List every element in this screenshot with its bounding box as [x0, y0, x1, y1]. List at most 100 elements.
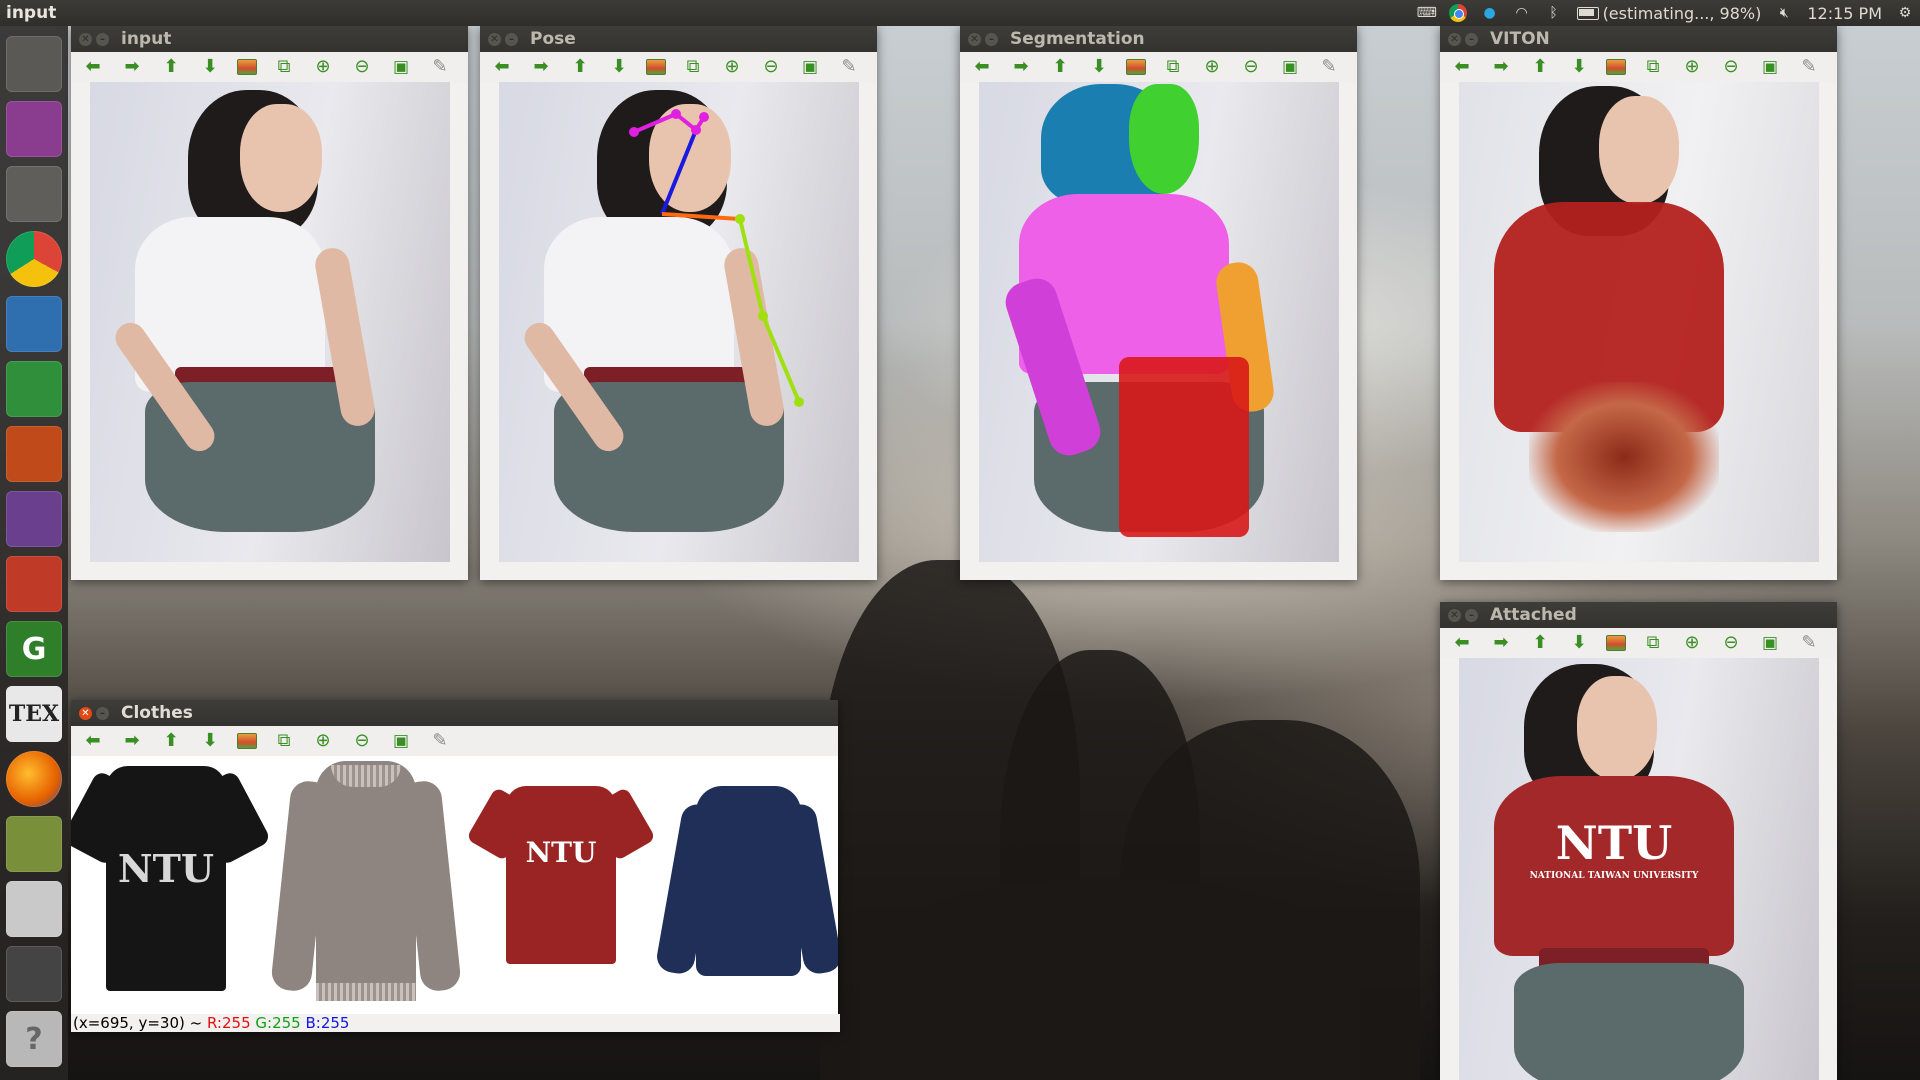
zoom-out-icon[interactable]: ⊖: [1719, 632, 1743, 654]
zoom-in-icon[interactable]: ⊕: [720, 56, 744, 78]
clock[interactable]: 12:15 PM: [1807, 4, 1882, 23]
back-arrow-icon[interactable]: ⬅: [1450, 632, 1474, 654]
fit-image-icon[interactable]: [1606, 59, 1626, 75]
save-icon[interactable]: ▣: [1758, 632, 1782, 654]
zoom-out-icon[interactable]: ⊖: [350, 56, 374, 78]
minimize-icon[interactable]: –: [96, 32, 109, 46]
minimize-icon[interactable]: –: [96, 706, 109, 720]
close-icon[interactable]: ✕: [1448, 608, 1461, 622]
down-arrow-icon[interactable]: ⬇: [1567, 632, 1591, 654]
minimize-icon[interactable]: –: [505, 32, 518, 46]
bluetooth-icon[interactable]: ᛒ: [1545, 4, 1563, 22]
help-icon[interactable]: ?: [6, 1011, 62, 1067]
forward-arrow-icon[interactable]: ➡: [120, 56, 144, 78]
minimize-icon[interactable]: –: [1465, 32, 1478, 46]
minimize-icon[interactable]: –: [985, 32, 998, 46]
chrome-tray-icon[interactable]: [1448, 4, 1467, 22]
drive-icon[interactable]: [6, 881, 62, 937]
forward-arrow-icon[interactable]: ➡: [529, 56, 553, 78]
up-arrow-icon[interactable]: ⬆: [159, 730, 183, 752]
close-icon[interactable]: ✕: [488, 32, 501, 46]
tex-icon[interactable]: TEX: [6, 686, 62, 742]
close-icon[interactable]: ✕: [1448, 32, 1461, 46]
properties-icon[interactable]: ✎: [1797, 632, 1821, 654]
save-icon[interactable]: ▣: [389, 730, 413, 752]
minimize-icon[interactable]: –: [1465, 608, 1478, 622]
zoom-in-icon[interactable]: ⊕: [311, 730, 335, 752]
clothes-item-grey-lace-sweater[interactable]: [270, 761, 462, 1006]
fit-image-icon[interactable]: [1126, 59, 1146, 75]
gedit-icon[interactable]: G: [6, 621, 62, 677]
system-settings-icon[interactable]: [6, 556, 62, 612]
gear-icon[interactable]: ⚙: [1896, 4, 1914, 22]
zoom-region-icon[interactable]: ⧉: [272, 56, 296, 78]
zoom-region-icon[interactable]: ⧉: [1641, 56, 1665, 78]
forward-arrow-icon[interactable]: ➡: [1489, 56, 1513, 78]
close-icon[interactable]: ✕: [79, 32, 92, 46]
window-titlebar[interactable]: ✕ – Pose: [480, 26, 877, 52]
chrome-icon[interactable]: [6, 231, 62, 287]
libreoffice-impress-icon[interactable]: [6, 426, 62, 482]
down-arrow-icon[interactable]: ⬇: [198, 56, 222, 78]
files-icon[interactable]: [6, 166, 62, 222]
volume-muted-icon[interactable]: 🔇︎: [1775, 4, 1793, 22]
image-viewer-icon[interactable]: [6, 816, 62, 872]
forward-arrow-icon[interactable]: ➡: [1009, 56, 1033, 78]
window-titlebar[interactable]: ✕ – Segmentation: [960, 26, 1357, 52]
webcam-icon[interactable]: [6, 491, 62, 547]
zoom-region-icon[interactable]: ⧉: [1641, 632, 1665, 654]
properties-icon[interactable]: ✎: [428, 730, 452, 752]
down-arrow-icon[interactable]: ⬇: [1087, 56, 1111, 78]
workspace-switcher-icon[interactable]: [6, 101, 62, 157]
skype-icon[interactable]: ●: [1481, 4, 1499, 22]
zoom-in-icon[interactable]: ⊕: [1680, 632, 1704, 654]
zoom-out-icon[interactable]: ⊖: [1719, 56, 1743, 78]
save-icon[interactable]: ▣: [798, 56, 822, 78]
clothes-item-red-ntu-tshirt[interactable]: NTU: [466, 786, 656, 966]
fit-image-icon[interactable]: [1606, 635, 1626, 651]
up-arrow-icon[interactable]: ⬆: [1048, 56, 1072, 78]
fit-image-icon[interactable]: [646, 59, 666, 75]
down-arrow-icon[interactable]: ⬇: [1567, 56, 1591, 78]
wifi-icon[interactable]: ◠: [1513, 4, 1531, 22]
up-arrow-icon[interactable]: ⬆: [568, 56, 592, 78]
close-icon[interactable]: ✕: [79, 706, 92, 720]
zoom-out-icon[interactable]: ⊖: [759, 56, 783, 78]
back-arrow-icon[interactable]: ⬅: [81, 56, 105, 78]
up-arrow-icon[interactable]: ⬆: [159, 56, 183, 78]
back-arrow-icon[interactable]: ⬅: [970, 56, 994, 78]
back-arrow-icon[interactable]: ⬅: [490, 56, 514, 78]
ubuntu-dash-icon[interactable]: [6, 36, 62, 92]
up-arrow-icon[interactable]: ⬆: [1528, 56, 1552, 78]
close-icon[interactable]: ✕: [968, 32, 981, 46]
properties-icon[interactable]: ✎: [837, 56, 861, 78]
down-arrow-icon[interactable]: ⬇: [198, 730, 222, 752]
up-arrow-icon[interactable]: ⬆: [1528, 632, 1552, 654]
libreoffice-calc-icon[interactable]: [6, 361, 62, 417]
window-titlebar[interactable]: ✕ – VITON: [1440, 26, 1837, 52]
zoom-region-icon[interactable]: ⧉: [272, 730, 296, 752]
keyboard-icon[interactable]: ⌨: [1417, 4, 1437, 22]
zoom-out-icon[interactable]: ⊖: [1239, 56, 1263, 78]
battery-indicator[interactable]: (estimating..., 98%): [1576, 4, 1761, 23]
back-arrow-icon[interactable]: ⬅: [81, 730, 105, 752]
forward-arrow-icon[interactable]: ➡: [1489, 632, 1513, 654]
terminal-icon[interactable]: [6, 946, 62, 1002]
clothes-item-navy-sweatshirt[interactable]: [654, 786, 838, 986]
zoom-region-icon[interactable]: ⧉: [1161, 56, 1185, 78]
properties-icon[interactable]: ✎: [1797, 56, 1821, 78]
window-titlebar[interactable]: ✕ – Clothes: [71, 700, 838, 726]
libreoffice-writer-icon[interactable]: [6, 296, 62, 352]
zoom-region-icon[interactable]: ⧉: [681, 56, 705, 78]
zoom-in-icon[interactable]: ⊕: [311, 56, 335, 78]
window-titlebar[interactable]: ✕ – input: [71, 26, 468, 52]
back-arrow-icon[interactable]: ⬅: [1450, 56, 1474, 78]
zoom-in-icon[interactable]: ⊕: [1200, 56, 1224, 78]
window-titlebar[interactable]: ✕ – Attached: [1440, 602, 1837, 628]
zoom-in-icon[interactable]: ⊕: [1680, 56, 1704, 78]
properties-icon[interactable]: ✎: [1317, 56, 1341, 78]
save-icon[interactable]: ▣: [1758, 56, 1782, 78]
save-icon[interactable]: ▣: [389, 56, 413, 78]
down-arrow-icon[interactable]: ⬇: [607, 56, 631, 78]
zoom-out-icon[interactable]: ⊖: [350, 730, 374, 752]
